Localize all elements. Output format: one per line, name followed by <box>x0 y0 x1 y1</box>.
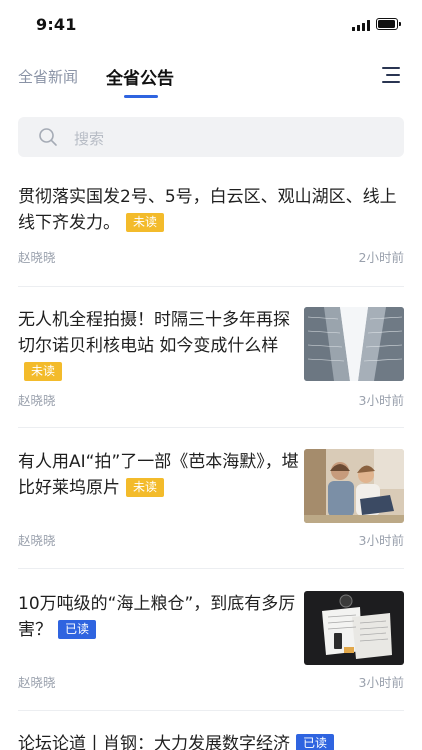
article-item[interactable]: 论坛论道丨肖钢：大力发展数字经济 已读 <box>18 730 404 750</box>
tab-province-news[interactable]: 全省新闻 <box>18 66 78 87</box>
article-title: 无人机全程拍摄！时隔三十多年再探切尔诺贝利核电站 如今变成什么样未读 <box>18 307 300 385</box>
read-badge: 已读 <box>296 734 335 750</box>
article-title: 有人用AI“拍”了一部《芭本海默》，堪比好莱坞原片 未读 <box>18 452 299 498</box>
article-title: 10万吨级的“海上粮仓”，到底有多厉害？ 已读 <box>18 594 296 640</box>
menu-icon[interactable] <box>380 66 402 84</box>
status-time: 9:41 <box>36 15 77 34</box>
article-time: 3小时前 <box>358 533 404 548</box>
article-title: 贯彻落实国发2号、5号，白云区、观山湖区、线上线下齐发力。 未读 <box>18 187 397 233</box>
article-time: 2小时前 <box>358 250 404 265</box>
search-placeholder: 搜索 <box>74 130 105 148</box>
article-time: 3小时前 <box>358 393 404 408</box>
battery-icon <box>376 18 401 30</box>
signal-icon <box>352 20 370 31</box>
unread-badge: 未读 <box>126 213 165 232</box>
article-thumbnail <box>304 449 404 523</box>
article-author: 赵晓晓 <box>18 250 56 265</box>
divider <box>18 286 404 287</box>
active-tab-indicator <box>124 95 158 98</box>
tab-bar: 全省新闻 全省公告 <box>0 58 422 104</box>
article-item[interactable]: 无人机全程拍摄！时隔三十多年再探切尔诺贝利核电站 如今变成什么样未读 赵晓晓 3… <box>18 306 404 410</box>
article-author: 赵晓晓 <box>18 675 56 690</box>
read-badge: 已读 <box>58 620 97 639</box>
search-input[interactable]: 搜索 <box>18 117 404 157</box>
status-bar: 9:41 <box>0 0 422 50</box>
tab-province-notices[interactable]: 全省公告 <box>106 64 174 89</box>
unread-badge: 未读 <box>24 362 63 381</box>
article-item[interactable]: 有人用AI“拍”了一部《芭本海默》，堪比好莱坞原片 未读 赵晓晓 3小时前 <box>18 448 404 552</box>
article-author: 赵晓晓 <box>18 533 56 548</box>
divider <box>18 427 404 428</box>
article-author: 赵晓晓 <box>18 393 56 408</box>
article-item[interactable]: 10万吨级的“海上粮仓”，到底有多厉害？ 已读 赵晓晓 3小时前 <box>18 590 404 694</box>
article-time: 3小时前 <box>358 675 404 690</box>
divider <box>18 568 404 569</box>
article-item[interactable]: 贯彻落实国发2号、5号，白云区、观山湖区、线上线下齐发力。 未读 赵晓晓 2小时前 <box>18 183 404 269</box>
article-thumbnail <box>304 591 404 665</box>
divider <box>18 710 404 711</box>
unread-badge: 未读 <box>126 478 165 497</box>
article-title: 论坛论道丨肖钢：大力发展数字经济 已读 <box>18 731 404 750</box>
article-thumbnail <box>304 307 404 381</box>
search-icon <box>39 128 57 146</box>
